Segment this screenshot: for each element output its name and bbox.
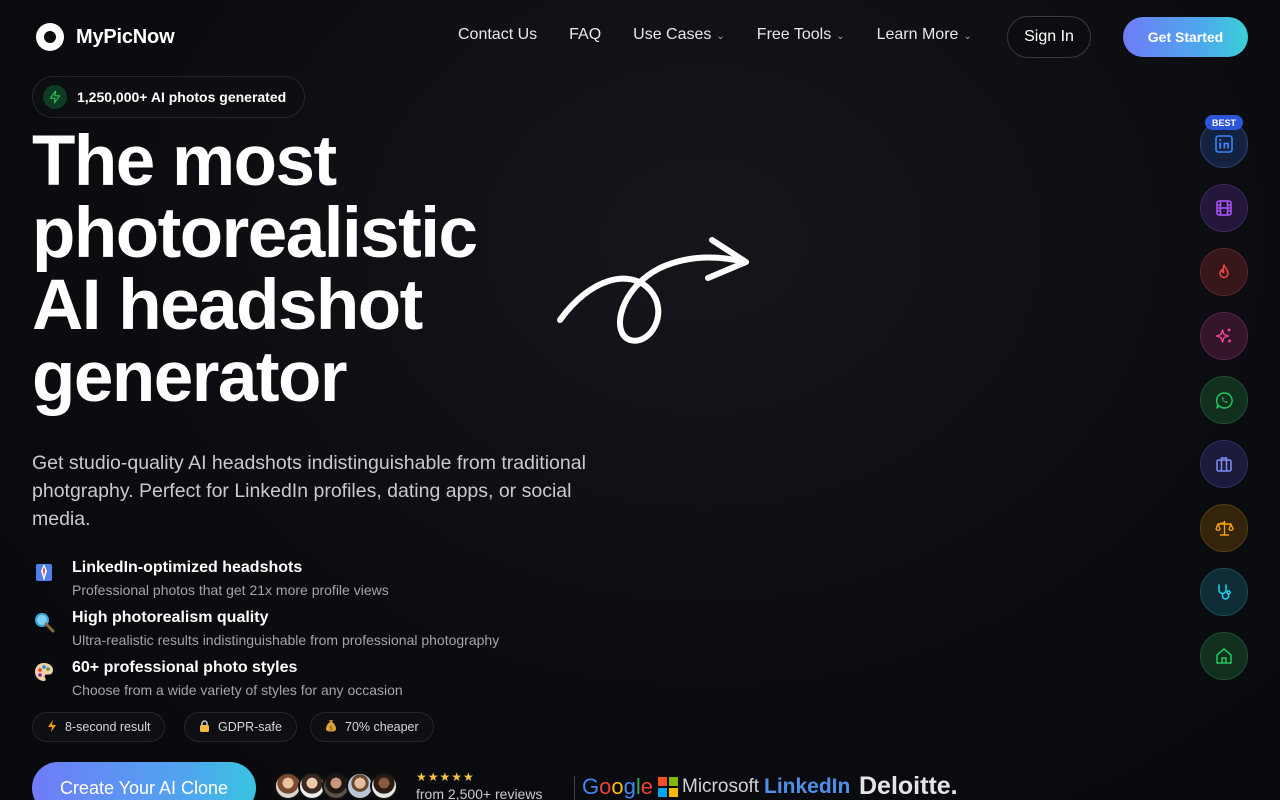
header: MyPicNow Contact Us FAQ Use Cases ⌄ Free … xyxy=(0,0,1280,74)
divider xyxy=(574,776,575,800)
business-style-button[interactable] xyxy=(1200,440,1248,488)
headline-line: The most xyxy=(32,122,337,201)
hero-headline: The most photorealistic AI headshot gene… xyxy=(32,126,592,414)
headline-line: photorealistic xyxy=(32,194,478,273)
nav-label: Use Cases xyxy=(633,26,712,43)
chevron-down-icon: ⌄ xyxy=(963,30,972,42)
whatsapp-icon xyxy=(1215,391,1233,409)
logo[interactable]: MyPicNow xyxy=(34,21,175,53)
doctor-style-button[interactable] xyxy=(1200,568,1248,616)
main-nav: Contact Us FAQ Use Cases ⌄ Free Tools ⌄ Le… xyxy=(458,26,1004,44)
headline-line: generator xyxy=(32,338,347,417)
lawyer-style-button[interactable] xyxy=(1200,504,1248,552)
brand-microsoft: Microsoft xyxy=(658,776,759,798)
curly-arrow-icon xyxy=(557,237,749,344)
suit-icon xyxy=(32,560,56,584)
bolt-icon xyxy=(43,85,67,109)
headline-line: AI headshot xyxy=(32,266,423,345)
pill-label: GDPR-safe xyxy=(218,720,282,734)
brand-letter: o xyxy=(599,774,612,799)
reviews-count: from 2,500+ reviews xyxy=(416,786,543,800)
hero-subtitle: Get studio-quality AI headshots indistin… xyxy=(32,452,586,530)
pill-label: 70% cheaper xyxy=(345,720,419,734)
nav-label: Learn More xyxy=(876,26,959,43)
feature-description: Ultra-realistic results indistinguishabl… xyxy=(72,632,500,648)
brand-letter: o xyxy=(611,774,624,799)
stethoscope-icon xyxy=(1217,583,1231,600)
scale-icon xyxy=(1214,520,1234,536)
microsoft-logo-icon xyxy=(658,777,678,797)
brand-google: Google xyxy=(582,774,653,800)
briefcase-icon xyxy=(1216,457,1232,472)
feature-description: Choose from a wide variety of styles for… xyxy=(72,682,403,698)
nav-free-tools[interactable]: Free Tools ⌄ xyxy=(757,26,845,44)
nav-label: FAQ xyxy=(569,26,602,43)
magnifier-icon xyxy=(32,610,56,634)
get-started-button[interactable]: Get Started xyxy=(1123,17,1248,57)
brand-deloitte: Deloitte. xyxy=(859,772,958,800)
brand-label: Microsoft xyxy=(682,776,760,797)
nav-learn-more[interactable]: Learn More ⌄ xyxy=(877,26,972,44)
brand-label: Google xyxy=(582,774,653,799)
film-style-button[interactable] xyxy=(1200,184,1248,232)
nav-use-cases[interactable]: Use Cases ⌄ xyxy=(633,26,725,44)
lock-icon xyxy=(199,719,210,735)
chevron-down-icon: ⌄ xyxy=(716,30,725,42)
customer-avatars xyxy=(274,772,398,800)
avatar xyxy=(370,772,398,800)
speed-pill: 8-second result xyxy=(32,712,166,742)
flame-icon xyxy=(1219,264,1229,279)
photos-generated-text: 1,250,000+ AI photos generated xyxy=(77,89,287,105)
feature-description: Professional photos that get 21x more pr… xyxy=(72,582,389,598)
create-ai-clone-button[interactable]: Create Your AI Clone xyxy=(32,762,256,800)
feature-item: 60+ professional photo styles Choose fro… xyxy=(32,658,403,700)
feature-item: LinkedIn-optimized headshots Professiona… xyxy=(32,558,389,600)
feature-title: 60+ professional photo styles xyxy=(72,659,298,676)
best-badge: BEST xyxy=(1205,115,1243,130)
brand-name: MyPicNow xyxy=(76,25,175,48)
photos-generated-badge: 1,250,000+ AI photos generated xyxy=(32,76,306,118)
nav-contact-us[interactable]: Contact Us xyxy=(458,26,537,44)
logo-icon xyxy=(36,23,64,51)
price-pill: $ 70% cheaper xyxy=(310,712,434,742)
sign-in-button[interactable]: Sign In xyxy=(1007,16,1091,58)
film-icon xyxy=(1216,200,1232,216)
linkedin-icon xyxy=(1215,135,1233,153)
dating-style-button[interactable] xyxy=(1200,248,1248,296)
brand-label: LinkedIn xyxy=(764,775,851,798)
feature-title: LinkedIn-optimized headshots xyxy=(72,559,303,576)
home-icon xyxy=(1216,648,1232,664)
nav-label: Contact Us xyxy=(458,26,538,43)
brand-linkedin: LinkedIn xyxy=(764,775,850,799)
whatsapp-style-button[interactable] xyxy=(1200,376,1248,424)
feature-title: High photorealism quality xyxy=(72,609,269,626)
bolt-icon xyxy=(47,719,57,735)
ai-magic-button[interactable] xyxy=(1200,312,1248,360)
chevron-down-icon: ⌄ xyxy=(836,30,845,42)
gdpr-pill: GDPR-safe xyxy=(184,712,297,742)
real-estate-style-button[interactable] xyxy=(1200,632,1248,680)
pill-label: 8-second result xyxy=(65,720,151,734)
brand-letter: g xyxy=(623,774,636,799)
palette-icon xyxy=(32,660,56,684)
sparkles-icon xyxy=(1215,328,1231,343)
brand-letter: G xyxy=(582,774,600,799)
svg-text:$: $ xyxy=(329,725,333,732)
nav-label: Free Tools xyxy=(756,26,832,43)
brand-label: Deloitte. xyxy=(859,772,958,800)
money-bag-icon: $ xyxy=(325,719,337,735)
brand-letter: e xyxy=(640,774,654,799)
rating-stars-icon: ★★★★★ xyxy=(416,770,475,784)
nav-faq[interactable]: FAQ xyxy=(569,26,601,44)
feature-item: High photorealism quality Ultra-realisti… xyxy=(32,608,499,650)
